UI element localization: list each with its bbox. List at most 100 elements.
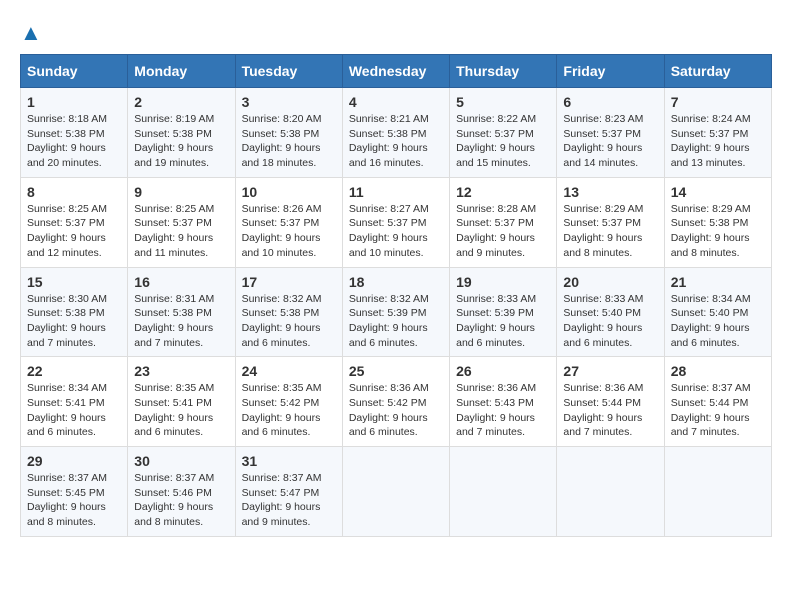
cell-content: Sunrise: 8:36 AMSunset: 5:42 PMDaylight:… bbox=[349, 382, 429, 438]
day-number: 16 bbox=[134, 274, 228, 290]
column-header-monday: Monday bbox=[128, 55, 235, 88]
calendar-cell: 6 Sunrise: 8:23 AMSunset: 5:37 PMDayligh… bbox=[557, 88, 664, 178]
calendar-cell: 15 Sunrise: 8:30 AMSunset: 5:38 PMDaylig… bbox=[21, 267, 128, 357]
cell-content: Sunrise: 8:33 AMSunset: 5:39 PMDaylight:… bbox=[456, 293, 536, 349]
calendar-cell: 28 Sunrise: 8:37 AMSunset: 5:44 PMDaylig… bbox=[664, 357, 771, 447]
calendar-cell bbox=[342, 447, 449, 537]
day-number: 7 bbox=[671, 94, 765, 110]
cell-content: Sunrise: 8:35 AMSunset: 5:42 PMDaylight:… bbox=[242, 382, 322, 438]
calendar-cell bbox=[450, 447, 557, 537]
cell-content: Sunrise: 8:32 AMSunset: 5:38 PMDaylight:… bbox=[242, 293, 322, 349]
column-header-saturday: Saturday bbox=[664, 55, 771, 88]
calendar-week-1: 1 Sunrise: 8:18 AMSunset: 5:38 PMDayligh… bbox=[21, 88, 772, 178]
cell-content: Sunrise: 8:19 AMSunset: 5:38 PMDaylight:… bbox=[134, 113, 214, 169]
cell-content: Sunrise: 8:33 AMSunset: 5:40 PMDaylight:… bbox=[563, 293, 643, 349]
calendar-cell: 1 Sunrise: 8:18 AMSunset: 5:38 PMDayligh… bbox=[21, 88, 128, 178]
cell-content: Sunrise: 8:25 AMSunset: 5:37 PMDaylight:… bbox=[134, 203, 214, 259]
calendar-cell: 8 Sunrise: 8:25 AMSunset: 5:37 PMDayligh… bbox=[21, 177, 128, 267]
calendar-cell: 22 Sunrise: 8:34 AMSunset: 5:41 PMDaylig… bbox=[21, 357, 128, 447]
day-number: 13 bbox=[563, 184, 657, 200]
day-number: 25 bbox=[349, 363, 443, 379]
calendar-cell: 16 Sunrise: 8:31 AMSunset: 5:38 PMDaylig… bbox=[128, 267, 235, 357]
cell-content: Sunrise: 8:34 AMSunset: 5:40 PMDaylight:… bbox=[671, 293, 751, 349]
column-header-tuesday: Tuesday bbox=[235, 55, 342, 88]
calendar-cell: 18 Sunrise: 8:32 AMSunset: 5:39 PMDaylig… bbox=[342, 267, 449, 357]
calendar-cell: 5 Sunrise: 8:22 AMSunset: 5:37 PMDayligh… bbox=[450, 88, 557, 178]
day-number: 10 bbox=[242, 184, 336, 200]
cell-content: Sunrise: 8:27 AMSunset: 5:37 PMDaylight:… bbox=[349, 203, 429, 259]
day-number: 5 bbox=[456, 94, 550, 110]
calendar-cell: 12 Sunrise: 8:28 AMSunset: 5:37 PMDaylig… bbox=[450, 177, 557, 267]
cell-content: Sunrise: 8:32 AMSunset: 5:39 PMDaylight:… bbox=[349, 293, 429, 349]
calendar-cell: 14 Sunrise: 8:29 AMSunset: 5:38 PMDaylig… bbox=[664, 177, 771, 267]
calendar-cell: 21 Sunrise: 8:34 AMSunset: 5:40 PMDaylig… bbox=[664, 267, 771, 357]
cell-content: Sunrise: 8:36 AMSunset: 5:43 PMDaylight:… bbox=[456, 382, 536, 438]
day-number: 6 bbox=[563, 94, 657, 110]
cell-content: Sunrise: 8:37 AMSunset: 5:44 PMDaylight:… bbox=[671, 382, 751, 438]
day-number: 11 bbox=[349, 184, 443, 200]
calendar-cell: 11 Sunrise: 8:27 AMSunset: 5:37 PMDaylig… bbox=[342, 177, 449, 267]
day-number: 1 bbox=[27, 94, 121, 110]
cell-content: Sunrise: 8:20 AMSunset: 5:38 PMDaylight:… bbox=[242, 113, 322, 169]
calendar-header-row: SundayMondayTuesdayWednesdayThursdayFrid… bbox=[21, 55, 772, 88]
cell-content: Sunrise: 8:22 AMSunset: 5:37 PMDaylight:… bbox=[456, 113, 536, 169]
cell-content: Sunrise: 8:30 AMSunset: 5:38 PMDaylight:… bbox=[27, 293, 107, 349]
calendar-cell: 20 Sunrise: 8:33 AMSunset: 5:40 PMDaylig… bbox=[557, 267, 664, 357]
calendar-cell: 23 Sunrise: 8:35 AMSunset: 5:41 PMDaylig… bbox=[128, 357, 235, 447]
cell-content: Sunrise: 8:29 AMSunset: 5:37 PMDaylight:… bbox=[563, 203, 643, 259]
calendar-cell: 2 Sunrise: 8:19 AMSunset: 5:38 PMDayligh… bbox=[128, 88, 235, 178]
calendar-cell: 10 Sunrise: 8:26 AMSunset: 5:37 PMDaylig… bbox=[235, 177, 342, 267]
day-number: 27 bbox=[563, 363, 657, 379]
cell-content: Sunrise: 8:37 AMSunset: 5:45 PMDaylight:… bbox=[27, 472, 107, 528]
day-number: 29 bbox=[27, 453, 121, 469]
cell-content: Sunrise: 8:28 AMSunset: 5:37 PMDaylight:… bbox=[456, 203, 536, 259]
cell-content: Sunrise: 8:37 AMSunset: 5:46 PMDaylight:… bbox=[134, 472, 214, 528]
day-number: 28 bbox=[671, 363, 765, 379]
logo: ▲ bbox=[20, 20, 42, 46]
calendar-cell: 17 Sunrise: 8:32 AMSunset: 5:38 PMDaylig… bbox=[235, 267, 342, 357]
cell-content: Sunrise: 8:37 AMSunset: 5:47 PMDaylight:… bbox=[242, 472, 322, 528]
cell-content: Sunrise: 8:18 AMSunset: 5:38 PMDaylight:… bbox=[27, 113, 107, 169]
day-number: 8 bbox=[27, 184, 121, 200]
day-number: 15 bbox=[27, 274, 121, 290]
cell-content: Sunrise: 8:36 AMSunset: 5:44 PMDaylight:… bbox=[563, 382, 643, 438]
day-number: 2 bbox=[134, 94, 228, 110]
day-number: 14 bbox=[671, 184, 765, 200]
column-header-thursday: Thursday bbox=[450, 55, 557, 88]
calendar-cell: 26 Sunrise: 8:36 AMSunset: 5:43 PMDaylig… bbox=[450, 357, 557, 447]
column-header-wednesday: Wednesday bbox=[342, 55, 449, 88]
calendar-week-3: 15 Sunrise: 8:30 AMSunset: 5:38 PMDaylig… bbox=[21, 267, 772, 357]
day-number: 9 bbox=[134, 184, 228, 200]
calendar-cell: 4 Sunrise: 8:21 AMSunset: 5:38 PMDayligh… bbox=[342, 88, 449, 178]
day-number: 17 bbox=[242, 274, 336, 290]
calendar-week-5: 29 Sunrise: 8:37 AMSunset: 5:45 PMDaylig… bbox=[21, 447, 772, 537]
calendar-cell: 19 Sunrise: 8:33 AMSunset: 5:39 PMDaylig… bbox=[450, 267, 557, 357]
logo-text: ▲ bbox=[20, 20, 42, 46]
calendar-cell: 24 Sunrise: 8:35 AMSunset: 5:42 PMDaylig… bbox=[235, 357, 342, 447]
calendar-cell: 25 Sunrise: 8:36 AMSunset: 5:42 PMDaylig… bbox=[342, 357, 449, 447]
day-number: 24 bbox=[242, 363, 336, 379]
day-number: 3 bbox=[242, 94, 336, 110]
cell-content: Sunrise: 8:26 AMSunset: 5:37 PMDaylight:… bbox=[242, 203, 322, 259]
day-number: 12 bbox=[456, 184, 550, 200]
column-header-sunday: Sunday bbox=[21, 55, 128, 88]
calendar-cell: 7 Sunrise: 8:24 AMSunset: 5:37 PMDayligh… bbox=[664, 88, 771, 178]
day-number: 30 bbox=[134, 453, 228, 469]
calendar-week-4: 22 Sunrise: 8:34 AMSunset: 5:41 PMDaylig… bbox=[21, 357, 772, 447]
cell-content: Sunrise: 8:35 AMSunset: 5:41 PMDaylight:… bbox=[134, 382, 214, 438]
day-number: 31 bbox=[242, 453, 336, 469]
calendar-cell: 31 Sunrise: 8:37 AMSunset: 5:47 PMDaylig… bbox=[235, 447, 342, 537]
day-number: 18 bbox=[349, 274, 443, 290]
cell-content: Sunrise: 8:25 AMSunset: 5:37 PMDaylight:… bbox=[27, 203, 107, 259]
day-number: 20 bbox=[563, 274, 657, 290]
calendar-cell: 27 Sunrise: 8:36 AMSunset: 5:44 PMDaylig… bbox=[557, 357, 664, 447]
day-number: 26 bbox=[456, 363, 550, 379]
cell-content: Sunrise: 8:24 AMSunset: 5:37 PMDaylight:… bbox=[671, 113, 751, 169]
column-header-friday: Friday bbox=[557, 55, 664, 88]
calendar-cell: 3 Sunrise: 8:20 AMSunset: 5:38 PMDayligh… bbox=[235, 88, 342, 178]
cell-content: Sunrise: 8:23 AMSunset: 5:37 PMDaylight:… bbox=[563, 113, 643, 169]
calendar-cell: 9 Sunrise: 8:25 AMSunset: 5:37 PMDayligh… bbox=[128, 177, 235, 267]
calendar-cell: 29 Sunrise: 8:37 AMSunset: 5:45 PMDaylig… bbox=[21, 447, 128, 537]
calendar-week-2: 8 Sunrise: 8:25 AMSunset: 5:37 PMDayligh… bbox=[21, 177, 772, 267]
day-number: 4 bbox=[349, 94, 443, 110]
